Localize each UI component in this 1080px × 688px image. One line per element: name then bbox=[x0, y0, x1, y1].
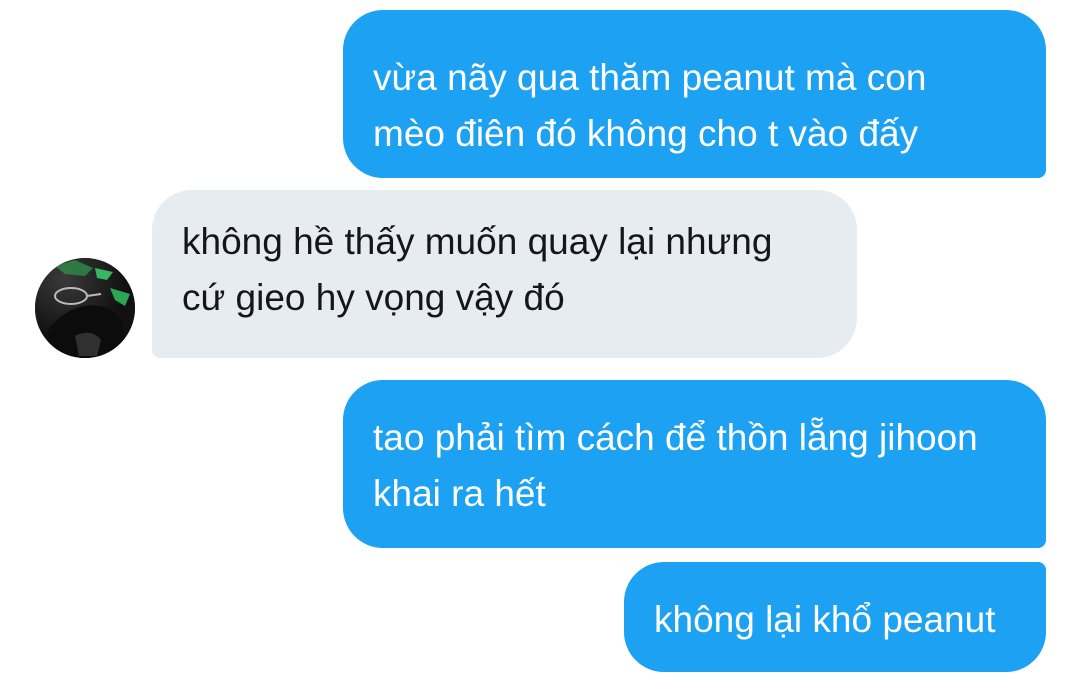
message-text-line: mèo điên đó không cho t vào đấy bbox=[373, 113, 919, 154]
avatar-photo-icon bbox=[35, 258, 135, 358]
message-text-line: không lại khổ peanut bbox=[654, 599, 996, 640]
message-text-line: cứ gieo hy vọng vậy đó bbox=[182, 277, 565, 318]
message-bubble-incoming[interactable]: không hề thấy muốn quay lại nhưng cứ gie… bbox=[152, 190, 857, 358]
contact-avatar[interactable] bbox=[35, 258, 135, 358]
message-bubble-outgoing[interactable]: vừa nãy qua thăm peanut mà con mèo điên … bbox=[343, 10, 1046, 178]
message-text-line: vừa nãy qua thăm peanut mà con bbox=[373, 57, 927, 98]
message-text-line: khai ra hết bbox=[373, 473, 546, 514]
message-bubble-outgoing[interactable]: không lại khổ peanut bbox=[624, 562, 1046, 672]
message-bubble-outgoing[interactable]: tao phải tìm cách để thồn lẵng jihoon kh… bbox=[343, 380, 1046, 548]
message-text-line: không hề thấy muốn quay lại nhưng bbox=[182, 221, 773, 262]
message-text-line: tao phải tìm cách để thồn lẵng jihoon bbox=[373, 417, 978, 458]
chat-thread: vừa nãy qua thăm peanut mà con mèo điên … bbox=[0, 0, 1080, 688]
